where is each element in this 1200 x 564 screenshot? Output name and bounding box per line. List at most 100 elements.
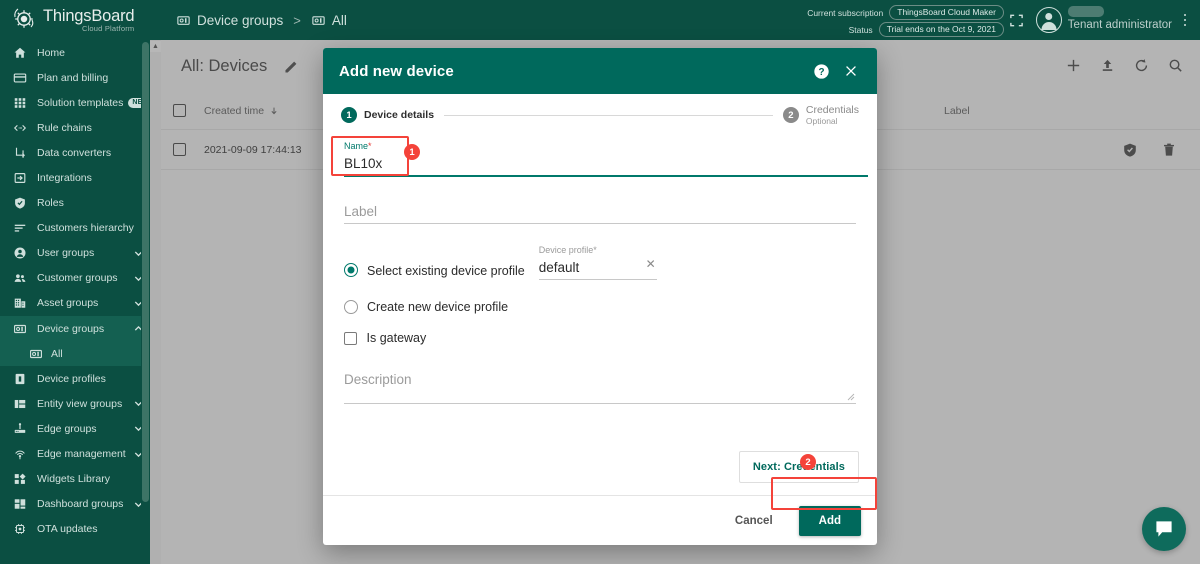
hierarchy-icon — [12, 221, 27, 236]
label-field[interactable]: Label — [344, 201, 856, 224]
sidebar-label: Integrations — [37, 172, 92, 185]
sidebar-item-ota-updates[interactable]: OTA updates — [0, 517, 150, 542]
select-all-checkbox[interactable] — [173, 104, 186, 117]
step-device-details[interactable]: 1 Device details — [341, 107, 434, 123]
device-profile-field[interactable]: Device profile* default ✕ — [538, 244, 657, 280]
radio-select-existing-device-profile[interactable] — [344, 262, 358, 277]
sidebar-item-roles[interactable]: Roles — [0, 191, 150, 216]
sidebar-scrollbar-thumb[interactable] — [142, 42, 149, 502]
sidebar-item-plan-and-billing[interactable]: Plan and billing — [0, 65, 150, 90]
refresh-icon[interactable] — [1130, 54, 1152, 76]
ota-icon — [12, 522, 27, 537]
sidebar-scroll-up-arrow[interactable]: ▲ — [150, 41, 161, 52]
sidebar-label: Edge groups — [37, 422, 97, 435]
name-input[interactable]: BL10x — [344, 153, 868, 175]
device-profile-label-text: Device profile — [538, 244, 594, 255]
top-bar-actions: Tenant administrator — [1002, 0, 1194, 40]
row-actions — [1120, 140, 1178, 159]
device-group-icon — [12, 321, 27, 336]
close-icon[interactable] — [839, 59, 863, 83]
breadcrumb-item-all[interactable]: All — [311, 13, 347, 28]
name-field[interactable]: Name* BL10x — [344, 141, 868, 177]
user-icon — [12, 246, 27, 261]
sidebar-item-home[interactable]: Home — [0, 40, 150, 65]
cancel-button[interactable]: Cancel — [721, 506, 787, 536]
avatar[interactable] — [1035, 7, 1062, 33]
sidebar-item-dashboard-groups[interactable]: Dashboard groups — [0, 492, 150, 517]
sidebar-item-entity-view-groups[interactable]: Entity view groups — [0, 391, 150, 416]
chat-button[interactable] — [1142, 507, 1186, 551]
row-checkbox[interactable] — [173, 143, 186, 156]
label-input[interactable]: Label — [344, 201, 856, 223]
status-label: Status — [848, 24, 873, 35]
description-field[interactable]: Description — [344, 369, 856, 404]
breadcrumb-item-device-groups[interactable]: Device groups — [176, 13, 283, 28]
fullscreen-icon[interactable] — [1002, 5, 1032, 35]
stepper-connector — [444, 114, 773, 116]
device-profile-value[interactable]: default — [539, 257, 657, 279]
plus-icon[interactable] — [1062, 54, 1084, 76]
sidebar-item-user-groups[interactable]: User groups — [0, 241, 150, 266]
is-gateway-checkbox[interactable] — [344, 332, 357, 345]
user-menu[interactable]: Tenant administrator — [1035, 6, 1172, 33]
description-input[interactable]: Description — [344, 369, 856, 391]
clear-device-profile-icon[interactable]: ✕ — [646, 258, 656, 270]
step-number: 1 — [341, 107, 357, 123]
sidebar-item-rule-chains[interactable]: Rule chains — [0, 115, 150, 140]
sidebar-item-solution-templates[interactable]: Solution templates NEW — [0, 90, 150, 115]
svg-text:?: ? — [818, 66, 824, 77]
sidebar-item-widgets-library[interactable]: Widgets Library — [0, 467, 150, 492]
is-gateway-label: Is gateway — [366, 330, 427, 345]
column-header-label[interactable]: Label — [944, 105, 1094, 117]
sidebar-label: User groups — [37, 247, 95, 260]
status-badge[interactable]: Trial ends on the Oct 9, 2021 — [878, 22, 1004, 38]
name-field-label: Name* — [344, 141, 868, 153]
dialog-body: 1 Device details 2 Credentials Optional … — [323, 94, 877, 495]
brand-logo-area[interactable]: ThingsBoard Cloud Platform — [0, 0, 150, 40]
sidebar-label: Device groups — [37, 322, 105, 335]
existing-profile-row: Select existing device profile Device pr… — [344, 240, 856, 280]
sidebar-label: Asset groups — [37, 297, 99, 310]
sidebar-item-data-converters[interactable]: Data converters — [0, 140, 150, 165]
table-toolbar — [1062, 54, 1186, 76]
sidebar-item-all[interactable]: All — [0, 341, 150, 367]
sidebar-label: Dashboard groups — [37, 498, 124, 511]
sidebar-label: Device profiles — [37, 372, 106, 385]
dialog-title: Add new device — [339, 62, 454, 80]
sidebar-item-integrations[interactable]: Integrations — [0, 165, 150, 190]
status-row: Status Trial ends on the Oct 9, 2021 — [848, 22, 1004, 38]
sidebar-item-edge-groups[interactable]: Edge groups — [0, 416, 150, 441]
sidebar-item-device-profiles[interactable]: Device profiles — [0, 366, 150, 391]
search-icon[interactable] — [1164, 54, 1186, 76]
thingsboard-logo-icon — [10, 6, 38, 34]
more-options-icon[interactable] — [1176, 9, 1194, 31]
add-button[interactable]: Add — [798, 505, 861, 536]
step-credentials[interactable]: 2 Credentials Optional — [782, 103, 859, 126]
next-credentials-button[interactable]: Next: Credentials — [738, 451, 859, 483]
radio-create-new-device-profile[interactable] — [344, 299, 358, 314]
sidebar-scrollbar[interactable] — [141, 40, 150, 564]
widgets-icon — [12, 472, 27, 487]
add-new-device-dialog: Add new device ? 1 Device details 2 Cred… — [323, 48, 877, 545]
sidebar-item-customers-hierarchy[interactable]: Customers hierarchy — [0, 216, 150, 241]
subscription-value[interactable]: ThingsBoard Cloud Maker — [889, 5, 1004, 21]
data-converter-icon — [12, 145, 27, 160]
sidebar-label: Data converters — [37, 146, 112, 159]
upload-icon[interactable] — [1096, 54, 1118, 76]
sidebar-item-edge-management[interactable]: Edge management — [0, 442, 150, 467]
sidebar-item-customer-groups[interactable]: Customer groups — [0, 266, 150, 291]
building-icon — [12, 296, 27, 311]
resize-grip-icon[interactable] — [847, 393, 855, 401]
required-asterisk: * — [368, 141, 372, 151]
delete-icon[interactable] — [1159, 140, 1178, 159]
sidebar-item-device-groups[interactable]: Device groups — [0, 316, 150, 342]
edit-pencil-icon[interactable] — [281, 56, 301, 76]
integration-icon — [12, 171, 27, 186]
shield-icon[interactable] — [1120, 140, 1139, 159]
user-name-text: Tenant administrator — [1067, 19, 1172, 31]
sidebar-item-asset-groups[interactable]: Asset groups — [0, 291, 150, 316]
device-profile-underline — [538, 278, 657, 280]
help-icon[interactable]: ? — [809, 59, 833, 83]
step-label: Credentials — [805, 103, 859, 116]
subscription-info: Current subscription ThingsBoard Cloud M… — [807, 5, 1004, 38]
